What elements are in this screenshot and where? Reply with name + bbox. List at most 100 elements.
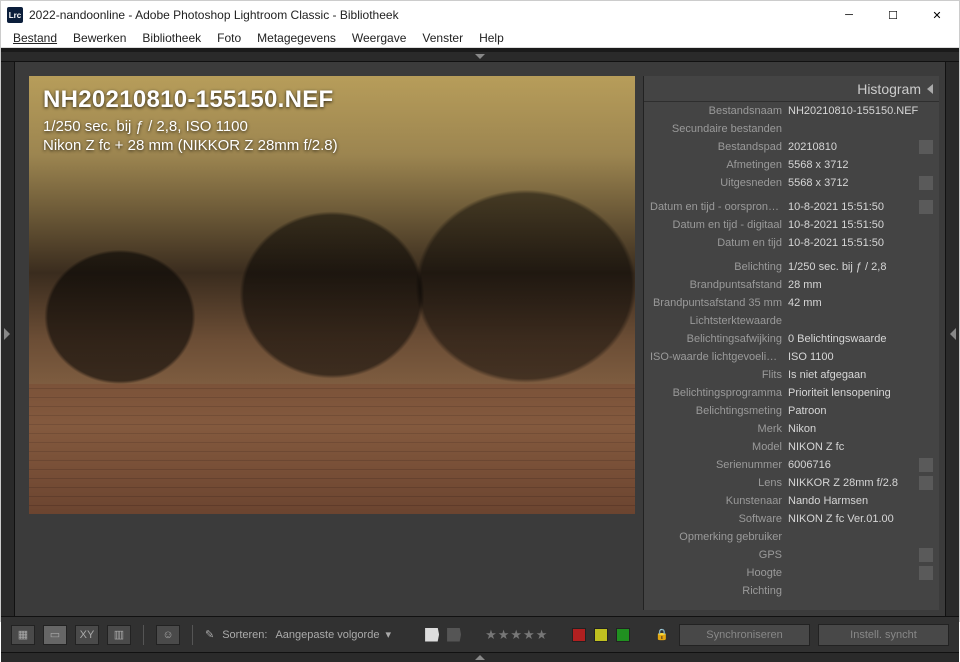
people-view-button[interactable]: ☺	[156, 625, 180, 645]
sync-lock-icon[interactable]: 🔒	[653, 626, 671, 644]
metadata-label: ISO-waarde lichtgevoeligheid	[650, 351, 788, 363]
goto-icon[interactable]	[919, 200, 933, 214]
metadata-field[interactable]: LensNIKKOR Z 28mm f/2.8	[650, 474, 933, 492]
flag-reject-icon[interactable]	[447, 628, 461, 642]
sync-button[interactable]: Synchroniseren	[679, 624, 810, 646]
metadata-value[interactable]: 0 Belichtingswaarde	[788, 333, 933, 345]
menu-help[interactable]: Help	[471, 29, 512, 47]
metadata-value[interactable]: 20210810	[788, 141, 917, 153]
metadata-field[interactable]: Afmetingen5568 x 3712	[650, 156, 933, 174]
metadata-value[interactable]: 10-8-2021 15:51:50	[788, 219, 933, 231]
metadata-value[interactable]: 1/250 sec. bij ƒ / 2,8	[788, 261, 933, 273]
toolbar: ▦ ▭ XY ▥ ☺ ✎ Sorteren: Aangepaste volgor…	[1, 616, 959, 652]
metadata-value[interactable]: Nando Harmsen	[788, 495, 933, 507]
metadata-value[interactable]: 5568 x 3712	[788, 177, 917, 189]
metadata-field[interactable]: ModelNIKON Z fc	[650, 438, 933, 456]
metadata-field[interactable]: SoftwareNIKON Z fc Ver.01.00	[650, 510, 933, 528]
right-panel-toggle[interactable]	[945, 62, 959, 616]
left-panel-toggle[interactable]	[1, 62, 15, 616]
metadata-field[interactable]: Opmerking gebruiker	[650, 528, 933, 546]
metadata-label: Uitgesneden	[650, 177, 788, 189]
metadata-value[interactable]: Prioriteit lensopening	[788, 387, 933, 399]
goto-icon[interactable]	[919, 566, 933, 580]
bottom-panel-toggle[interactable]	[1, 652, 959, 662]
top-panel-toggle[interactable]	[1, 52, 959, 62]
metadata-field[interactable]: BestandsnaamNH20210810-155150.NEF	[650, 102, 933, 120]
sort-dropdown[interactable]: Aangepaste volgorde ▾	[275, 628, 391, 641]
minimize-button[interactable]: ─	[827, 1, 871, 29]
chevron-right-icon	[4, 328, 10, 340]
metadata-field[interactable]: Hoogte	[650, 564, 933, 582]
goto-icon[interactable]	[919, 176, 933, 190]
metadata-value[interactable]: Patroon	[788, 405, 933, 417]
goto-icon[interactable]	[919, 476, 933, 490]
maximize-button[interactable]: ☐	[871, 1, 915, 29]
color-label-red[interactable]	[572, 628, 586, 642]
color-label-green[interactable]	[616, 628, 630, 642]
metadata-label: Belichtingsprogramma	[650, 387, 788, 399]
metadata-body[interactable]: BestandsnaamNH20210810-155150.NEFSecunda…	[644, 102, 939, 610]
loupe-view-button[interactable]: ▭	[43, 625, 67, 645]
metadata-field[interactable]: Belichting1/250 sec. bij ƒ / 2,8	[650, 258, 933, 276]
menu-bestand[interactable]: Bestand	[5, 29, 65, 47]
menu-bewerken[interactable]: Bewerken	[65, 29, 134, 47]
menu-venster[interactable]: Venster	[414, 29, 471, 47]
color-label-yellow[interactable]	[594, 628, 608, 642]
metadata-field[interactable]: ISO-waarde lichtgevoeligheidISO 1100	[650, 348, 933, 366]
metadata-field[interactable]: Serienummer6006716	[650, 456, 933, 474]
metadata-field[interactable]: BelichtingsprogrammaPrioriteit lensopeni…	[650, 384, 933, 402]
metadata-field[interactable]: Datum en tijd10-8-2021 15:51:50	[650, 234, 933, 252]
metadata-value[interactable]: NIKKOR Z 28mm f/2.8	[788, 477, 917, 489]
metadata-panel: Histogram BestandsnaamNH20210810-155150.…	[643, 76, 939, 610]
menu-foto[interactable]: Foto	[209, 29, 249, 47]
painter-icon[interactable]: ✎	[205, 628, 214, 641]
metadata-label: Lichtsterktewaarde	[650, 315, 788, 327]
metadata-field[interactable]: Richting	[650, 582, 933, 600]
metadata-field[interactable]: MerkNikon	[650, 420, 933, 438]
metadata-value[interactable]: 6006716	[788, 459, 917, 471]
metadata-value[interactable]: NIKON Z fc	[788, 441, 933, 453]
survey-view-button[interactable]: ▥	[107, 625, 131, 645]
metadata-field[interactable]: Brandpuntsafstand 35 mm42 mm	[650, 294, 933, 312]
menu-bibliotheek[interactable]: Bibliotheek	[134, 29, 209, 47]
metadata-value[interactable]: Nikon	[788, 423, 933, 435]
metadata-field[interactable]: KunstenaarNando Harmsen	[650, 492, 933, 510]
metadata-value[interactable]: ISO 1100	[788, 351, 933, 363]
metadata-value[interactable]: 28 mm	[788, 279, 933, 291]
metadata-label: Richting	[650, 585, 788, 597]
metadata-value[interactable]: 5568 x 3712	[788, 159, 933, 171]
goto-icon[interactable]	[919, 458, 933, 472]
menu-metagegevens[interactable]: Metagegevens	[249, 29, 344, 47]
goto-icon[interactable]	[919, 140, 933, 154]
metadata-value[interactable]: 42 mm	[788, 297, 933, 309]
metadata-field[interactable]: FlitsIs niet afgegaan	[650, 366, 933, 384]
menu-weergave[interactable]: Weergave	[344, 29, 414, 47]
close-button[interactable]: ✕	[915, 1, 959, 29]
metadata-field[interactable]: Bestandspad20210810	[650, 138, 933, 156]
metadata-value[interactable]: Is niet afgegaan	[788, 369, 933, 381]
metadata-field[interactable]: Datum en tijd - oorspronkelijk10-8-2021 …	[650, 198, 933, 216]
metadata-field[interactable]: Brandpuntsafstand28 mm	[650, 276, 933, 294]
flag-pick-icon[interactable]	[425, 628, 439, 642]
metadata-value[interactable]: 10-8-2021 15:51:50	[788, 237, 933, 249]
goto-icon[interactable]	[919, 548, 933, 562]
metadata-value[interactable]: NIKON Z fc Ver.01.00	[788, 513, 933, 525]
metadata-value[interactable]: 10-8-2021 15:51:50	[788, 201, 917, 213]
grid-view-button[interactable]: ▦	[11, 625, 35, 645]
settings-sync-button[interactable]: Instell. syncht	[818, 624, 949, 646]
metadata-field[interactable]: BelichtingsmetingPatroon	[650, 402, 933, 420]
histogram-header[interactable]: Histogram	[644, 76, 939, 102]
metadata-value[interactable]: NH20210810-155150.NEF	[788, 105, 933, 117]
metadata-field[interactable]: Belichtingsafwijking0 Belichtingswaarde	[650, 330, 933, 348]
metadata-field[interactable]: GPS	[650, 546, 933, 564]
metadata-field[interactable]: Lichtsterktewaarde	[650, 312, 933, 330]
metadata-label: Model	[650, 441, 788, 453]
photo: NH20210810-155150.NEF 1/250 sec. bij ƒ /…	[29, 76, 635, 514]
metadata-label: Datum en tijd - digitaal	[650, 219, 788, 231]
image-preview[interactable]: NH20210810-155150.NEF 1/250 sec. bij ƒ /…	[29, 76, 635, 610]
metadata-field[interactable]: Uitgesneden5568 x 3712	[650, 174, 933, 192]
metadata-field[interactable]: Datum en tijd - digitaal10-8-2021 15:51:…	[650, 216, 933, 234]
metadata-field[interactable]: Secundaire bestanden	[650, 120, 933, 138]
star-rating[interactable]: ★★★★★	[485, 627, 548, 643]
compare-view-button[interactable]: XY	[75, 625, 99, 645]
